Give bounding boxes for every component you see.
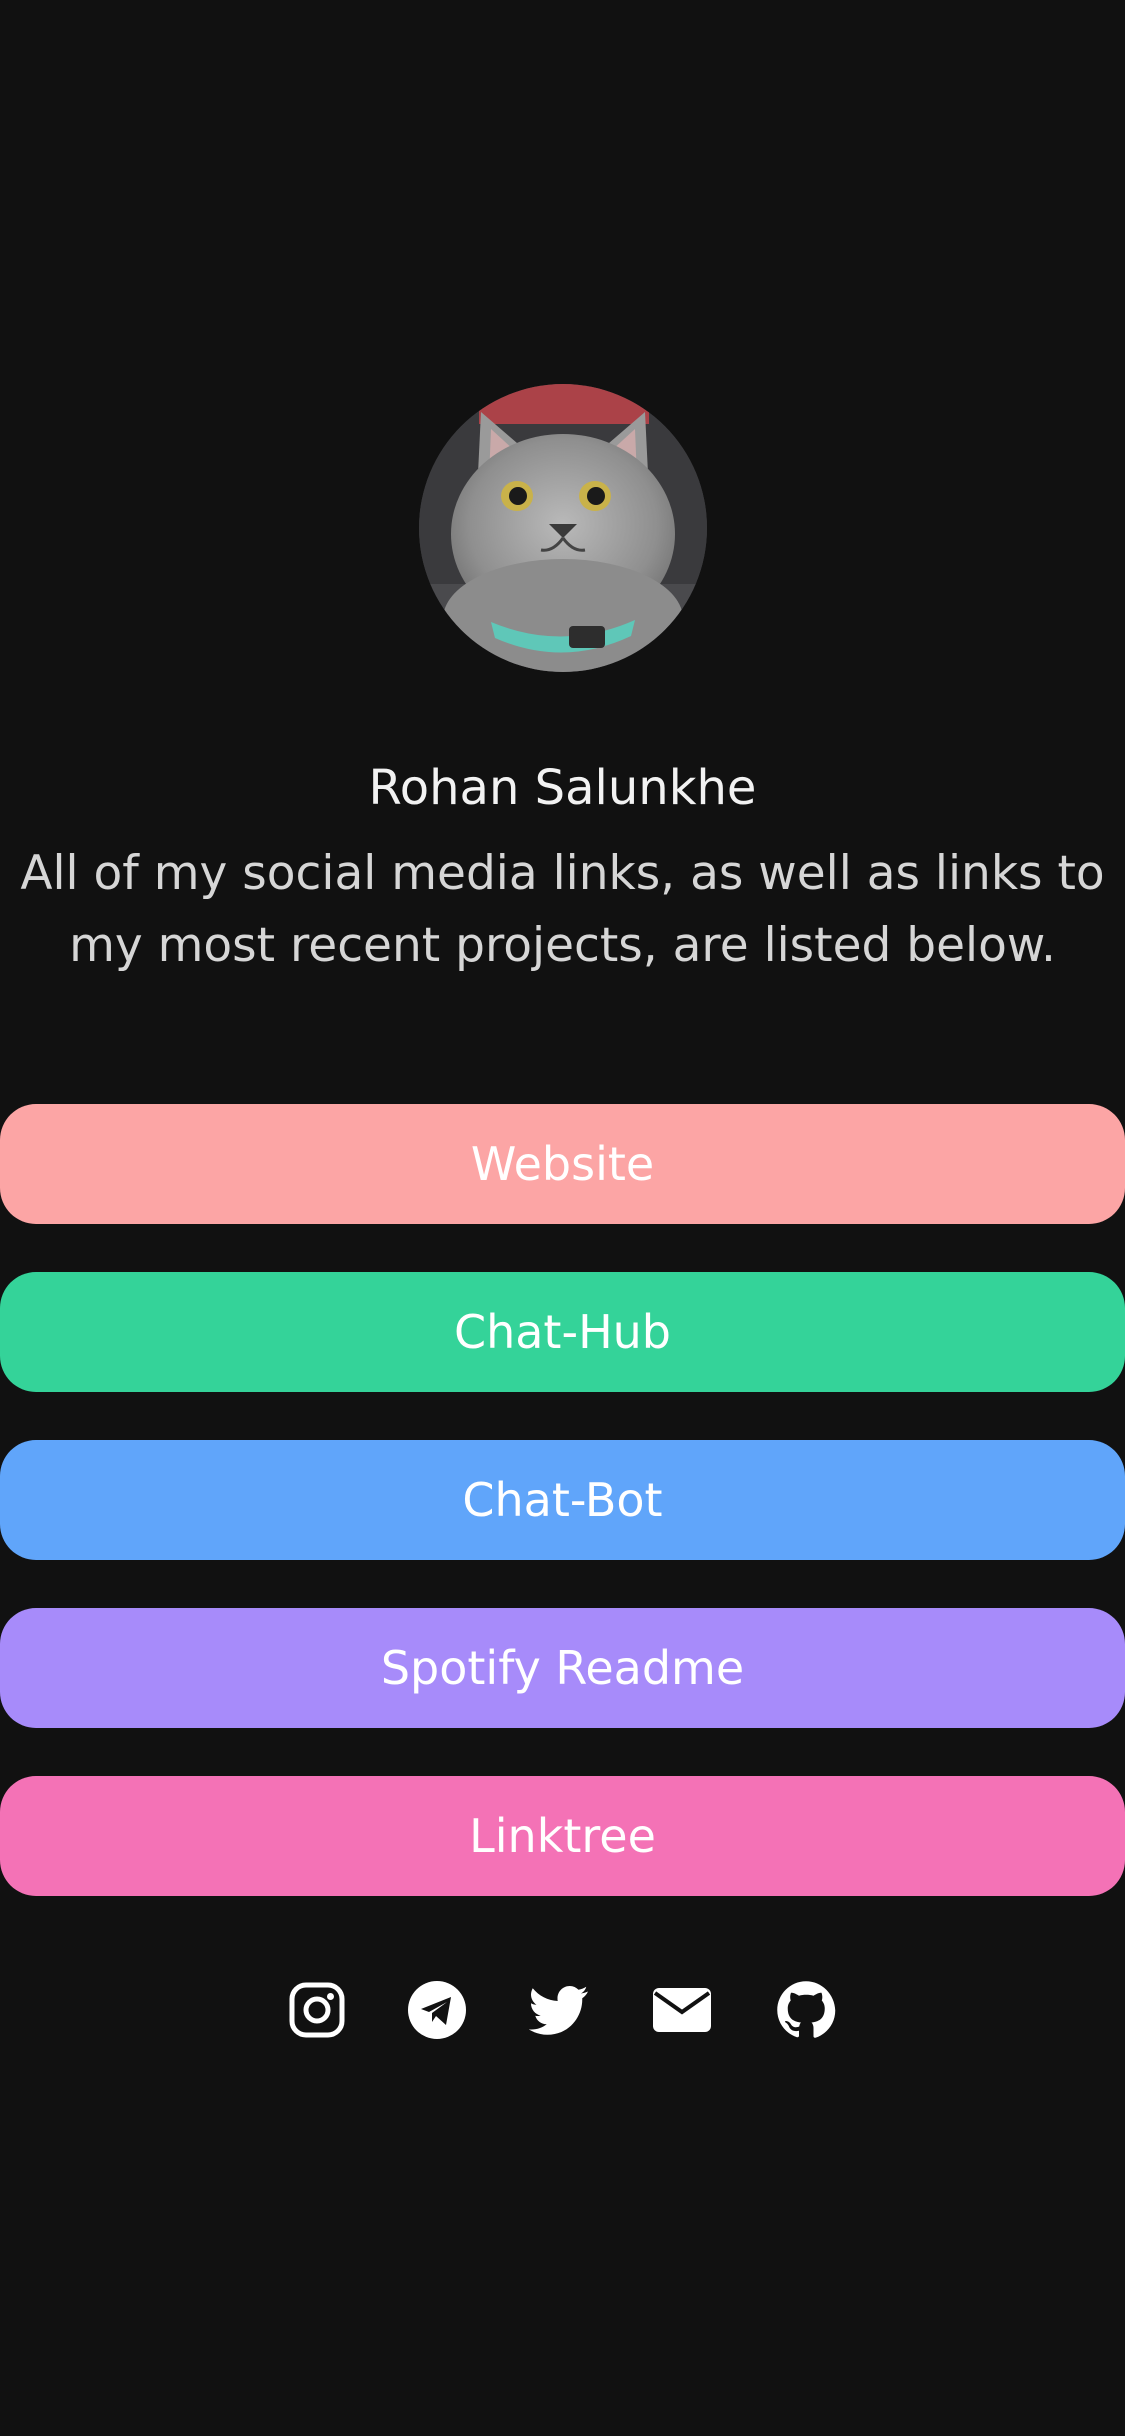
spotify-readme-button[interactable]: Spotify Readme bbox=[0, 1608, 1125, 1728]
link-list: Website Chat-Hub Chat-Bot Spotify Readme… bbox=[0, 1104, 1125, 1944]
chat-bot-button[interactable]: Chat-Bot bbox=[0, 1440, 1125, 1560]
instagram-icon[interactable] bbox=[287, 1980, 347, 2040]
social-links bbox=[0, 1980, 1125, 2040]
profile-bio: All of my social media links, as well as… bbox=[20, 846, 1105, 973]
linktree-button[interactable]: Linktree bbox=[0, 1776, 1125, 1896]
website-button[interactable]: Website bbox=[0, 1104, 1125, 1224]
avatar bbox=[419, 384, 707, 672]
chat-hub-button[interactable]: Chat-Hub bbox=[0, 1272, 1125, 1392]
email-icon[interactable] bbox=[652, 1980, 712, 2040]
twitter-icon[interactable] bbox=[529, 1980, 589, 2040]
github-icon[interactable] bbox=[776, 1980, 836, 2040]
cat-avatar-image bbox=[419, 384, 707, 672]
profile-name: Rohan Salunkhe bbox=[368, 760, 757, 816]
telegram-icon[interactable] bbox=[407, 1980, 467, 2040]
